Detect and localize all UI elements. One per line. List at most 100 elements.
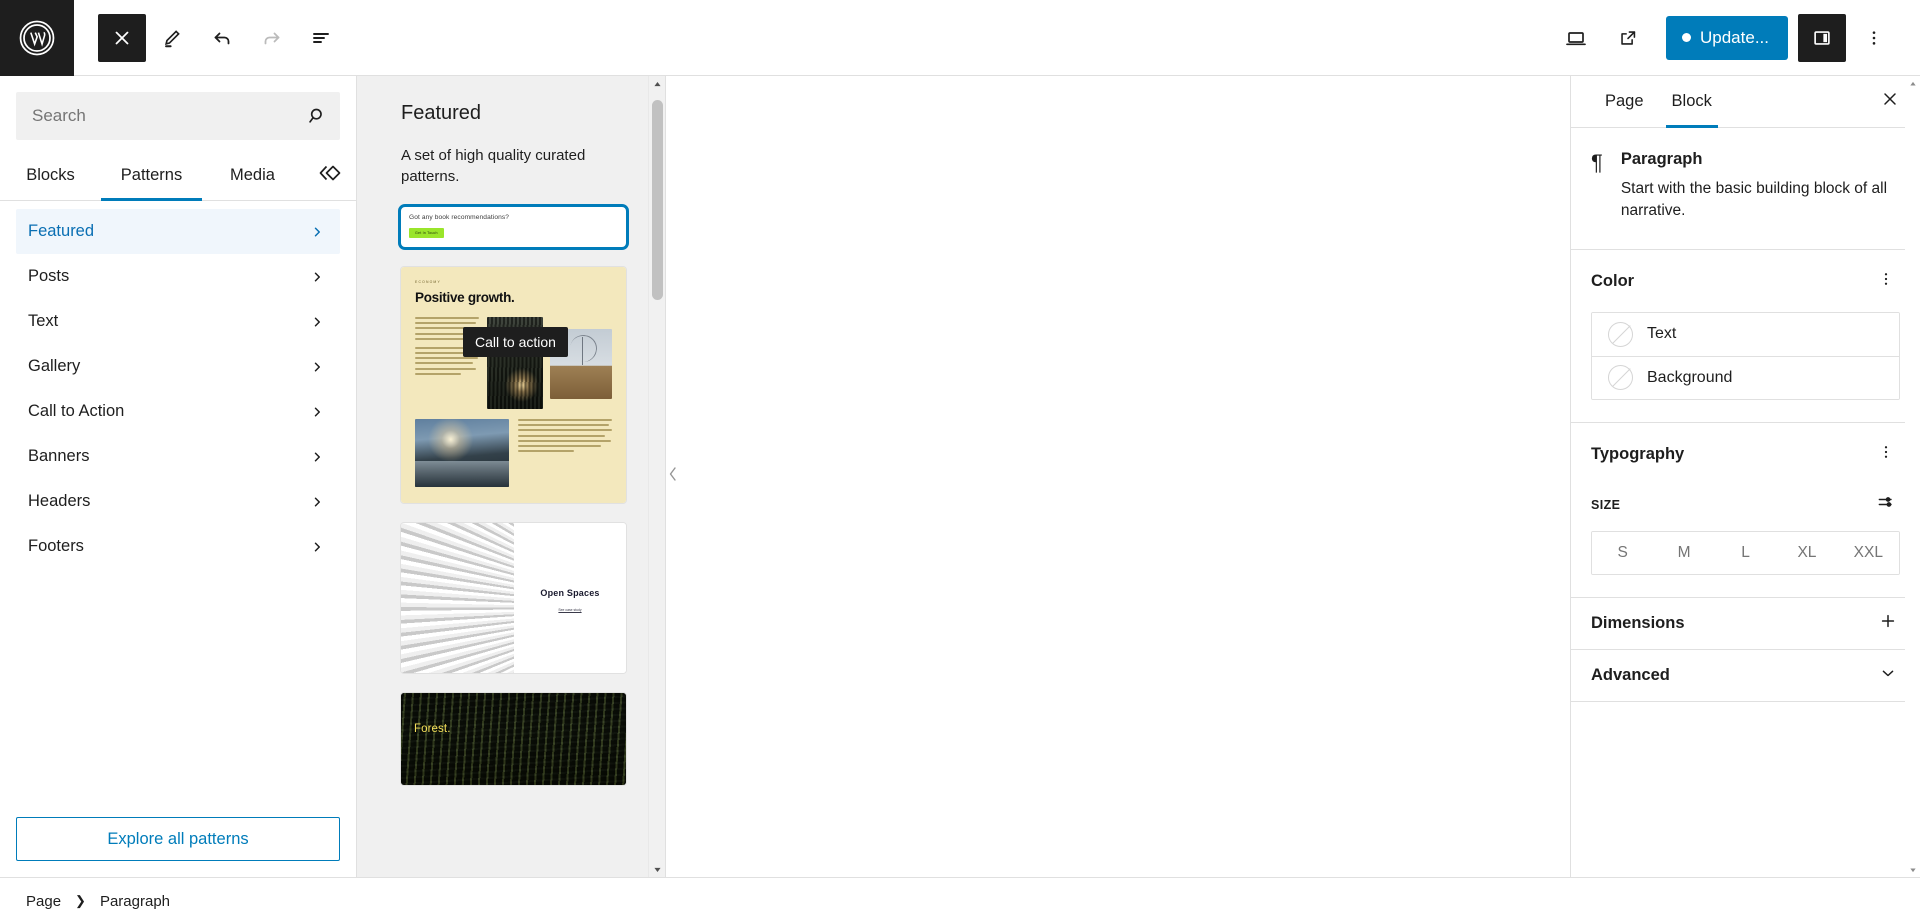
pattern-category-call-to-action[interactable]: Call to Action — [16, 389, 340, 434]
breadcrumb-page[interactable]: Page — [26, 893, 61, 910]
color-row-text[interactable]: Text — [1592, 312, 1899, 356]
color-row-label: Background — [1647, 368, 1733, 386]
growth-kicker: ECONOMY — [415, 280, 441, 284]
top-bar-left-tools — [74, 0, 346, 75]
growth-bottom-row — [415, 419, 612, 487]
tab-page[interactable]: Page — [1591, 76, 1658, 127]
update-button[interactable]: Update... — [1666, 15, 1788, 60]
dimensions-section[interactable]: Dimensions — [1571, 598, 1920, 650]
patterns-explore-toggle[interactable] — [303, 150, 357, 200]
pattern-category-featured[interactable]: Featured — [16, 209, 340, 254]
editor-top-bar: Update... — [0, 0, 1920, 76]
edit-tool-button[interactable] — [148, 14, 196, 62]
scrollbar-thumb[interactable] — [651, 100, 663, 300]
pattern-card-open-spaces[interactable]: Open Spaces See case study — [401, 523, 626, 673]
explore-all-patterns-button[interactable]: Explore all patterns — [16, 817, 340, 861]
redo-button[interactable] — [248, 14, 296, 62]
pattern-preview-column: Featured A set of high quality curated p… — [357, 76, 666, 877]
font-size-label: SIZE — [1591, 497, 1621, 512]
font-size-custom-button[interactable] — [1872, 491, 1900, 519]
collapse-preview-handle[interactable] — [666, 462, 680, 492]
category-label: Posts — [28, 267, 70, 285]
chevron-right-icon — [308, 448, 326, 466]
pattern-card-call-to-action[interactable]: Got any book recommendations? Get In Tou… — [398, 204, 629, 250]
dimensions-add-button[interactable] — [1874, 609, 1902, 637]
pattern-category-banners[interactable]: Banners — [16, 434, 340, 479]
pattern-category-footers[interactable]: Footers — [16, 524, 340, 569]
font-size-header: SIZE — [1591, 491, 1900, 519]
pattern-preview-call-to-action: Got any book recommendations? Get In Tou… — [401, 207, 626, 247]
scroll-up-button[interactable] — [648, 76, 665, 92]
preview-subheading: A set of high quality curated patterns. — [401, 147, 586, 185]
block-info: ¶ Paragraph Start with the basic buildin… — [1571, 128, 1920, 250]
color-section-header: Color — [1591, 268, 1900, 296]
scroll-up-button[interactable] — [1905, 76, 1920, 91]
editor-canvas[interactable] — [666, 76, 1570, 877]
font-size-s[interactable]: S — [1592, 531, 1654, 574]
font-size-xl[interactable]: XL — [1776, 531, 1838, 574]
settings-sidebar-toggle[interactable] — [1798, 13, 1846, 62]
search-box[interactable] — [16, 92, 340, 140]
font-size-xxl[interactable]: XXL — [1837, 531, 1899, 574]
pattern-category-headers[interactable]: Headers — [16, 479, 340, 524]
color-row-label: Text — [1647, 325, 1677, 343]
tab-blocks[interactable]: Blocks — [0, 150, 101, 200]
scrollbar-track[interactable] — [1905, 91, 1920, 862]
settings-sidebar: Page Block ¶ Paragraph Start with the ba… — [1570, 76, 1920, 877]
category-label: Featured — [28, 222, 95, 240]
growth-heading: Positive growth. — [415, 290, 515, 305]
color-section: Color Text Background — [1571, 250, 1920, 423]
pattern-category-gallery[interactable]: Gallery — [16, 344, 340, 389]
font-size-l[interactable]: L — [1714, 531, 1777, 574]
color-row-background[interactable]: Background — [1592, 355, 1899, 399]
advanced-section[interactable]: Advanced — [1571, 650, 1920, 702]
wordpress-logo-icon — [18, 19, 56, 57]
inserter-tabs: Blocks Patterns Media — [0, 150, 356, 201]
list-view-button[interactable] — [298, 14, 346, 62]
settings-scrollbar[interactable] — [1905, 76, 1920, 877]
search-input[interactable] — [16, 92, 340, 140]
sidebar-toggle-icon — [1811, 27, 1833, 49]
scroll-down-button[interactable] — [648, 861, 665, 877]
pattern-category-posts[interactable]: Posts — [16, 254, 340, 299]
advanced-expand-button[interactable] — [1874, 661, 1902, 689]
search-icon[interactable] — [306, 105, 328, 127]
chevron-right-icon — [308, 403, 326, 421]
no-color-circle-icon — [1608, 365, 1633, 391]
cta-heading: Got any book recommendations? — [409, 214, 510, 221]
undo-button[interactable] — [198, 14, 246, 62]
font-size-buttons: S M L XL XXL — [1591, 530, 1900, 575]
open-spaces-heading: Open Spaces — [540, 588, 600, 598]
breadcrumb-paragraph[interactable]: Paragraph — [100, 893, 170, 910]
tab-patterns[interactable]: Patterns — [101, 150, 202, 201]
scroll-down-button[interactable] — [1905, 862, 1920, 877]
preview-scrollbar[interactable] — [648, 76, 665, 877]
typography-options-button[interactable] — [1872, 441, 1900, 469]
tab-block[interactable]: Block — [1658, 76, 1726, 128]
three-dots-vertical-icon — [1877, 270, 1895, 293]
external-link-icon — [1617, 27, 1639, 49]
open-spaces-link: See case study — [558, 608, 582, 612]
view-site-button[interactable] — [1604, 14, 1652, 62]
update-button-label: Update... — [1700, 27, 1769, 47]
unsaved-changes-dot-icon — [1682, 33, 1691, 42]
block-title: Paragraph — [1620, 150, 1703, 168]
tab-media[interactable]: Media — [202, 150, 303, 200]
double-chevron-diamond-icon — [317, 160, 343, 191]
scrollbar-track[interactable] — [648, 92, 665, 861]
category-label: Gallery — [28, 357, 81, 375]
category-label: Headers — [28, 492, 91, 510]
typography-section-header: Typography — [1591, 441, 1900, 469]
chevron-right-icon — [308, 223, 326, 241]
wordpress-logo-button[interactable] — [0, 0, 74, 76]
pattern-category-text[interactable]: Text — [16, 299, 340, 344]
color-options-button[interactable] — [1872, 268, 1900, 296]
close-inserter-button[interactable] — [98, 13, 146, 62]
font-size-m[interactable]: M — [1653, 531, 1715, 574]
preview-device-button[interactable] — [1552, 14, 1600, 62]
more-options-button[interactable] — [1850, 14, 1898, 62]
pattern-card-positive-growth[interactable]: ECONOMY Positive growth. — [401, 267, 626, 503]
pattern-card-forest[interactable]: Forest. — [401, 693, 626, 785]
chevron-right-icon — [308, 313, 326, 331]
color-swatch-group: Text Background — [1591, 311, 1900, 400]
